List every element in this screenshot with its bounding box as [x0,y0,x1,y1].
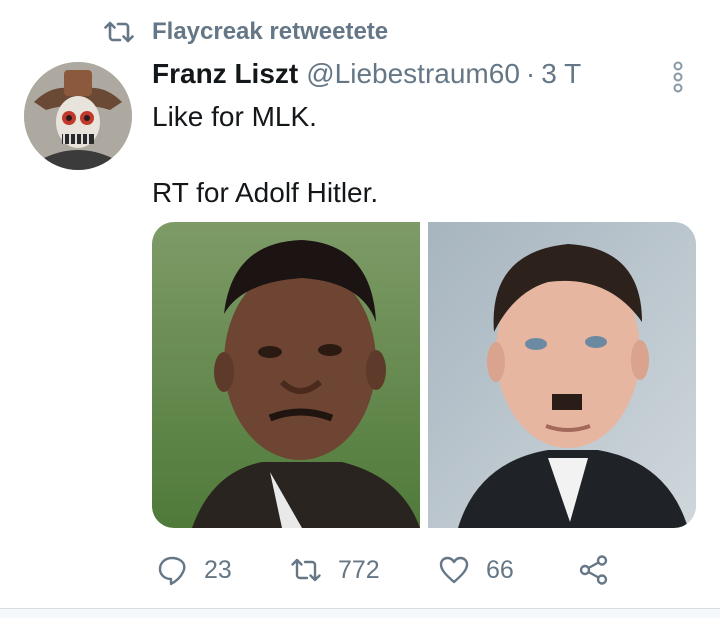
retweet-icon [104,21,134,43]
like-button[interactable]: 66 [438,548,514,592]
retweet-context[interactable]: Flaycreak retweetete [104,16,388,48]
tweet-header: Franz Liszt @Liebestraum60 · 3 T [152,58,581,94]
author-handle[interactable]: @Liebestraum60 [306,58,520,90]
more-options-icon[interactable] [668,60,688,94]
photo-left[interactable] [152,222,420,528]
tweet-text-line-2: RT for Adolf Hitler. [152,177,379,208]
avatar-image [24,62,132,170]
avatar[interactable] [24,62,132,170]
tweet-text-line-1: Like for MLK. [152,101,317,132]
tweet-body: Like for MLK. RT for Adolf Hitler. [152,98,378,212]
media-grid [152,222,696,528]
reply-icon [158,556,186,586]
photo-right[interactable] [428,222,696,528]
like-count: 66 [486,555,514,584]
share-button[interactable] [578,548,610,592]
retweet-count: 772 [338,555,380,584]
share-icon [579,555,608,585]
reply-count: 23 [204,555,232,584]
header-separator: · [525,58,536,89]
retweet-context-label: Flaycreak retweetete [152,18,389,45]
timeline-divider [0,608,720,618]
author-name[interactable]: Franz Liszt [152,58,298,90]
tweet-actions: 23 772 66 [150,548,620,592]
reply-button[interactable]: 23 [156,548,232,592]
retweet-button[interactable]: 772 [290,548,380,592]
heart-icon [439,556,469,584]
tweet-timestamp[interactable]: 3 T [541,58,581,90]
retweet-icon [291,558,321,582]
